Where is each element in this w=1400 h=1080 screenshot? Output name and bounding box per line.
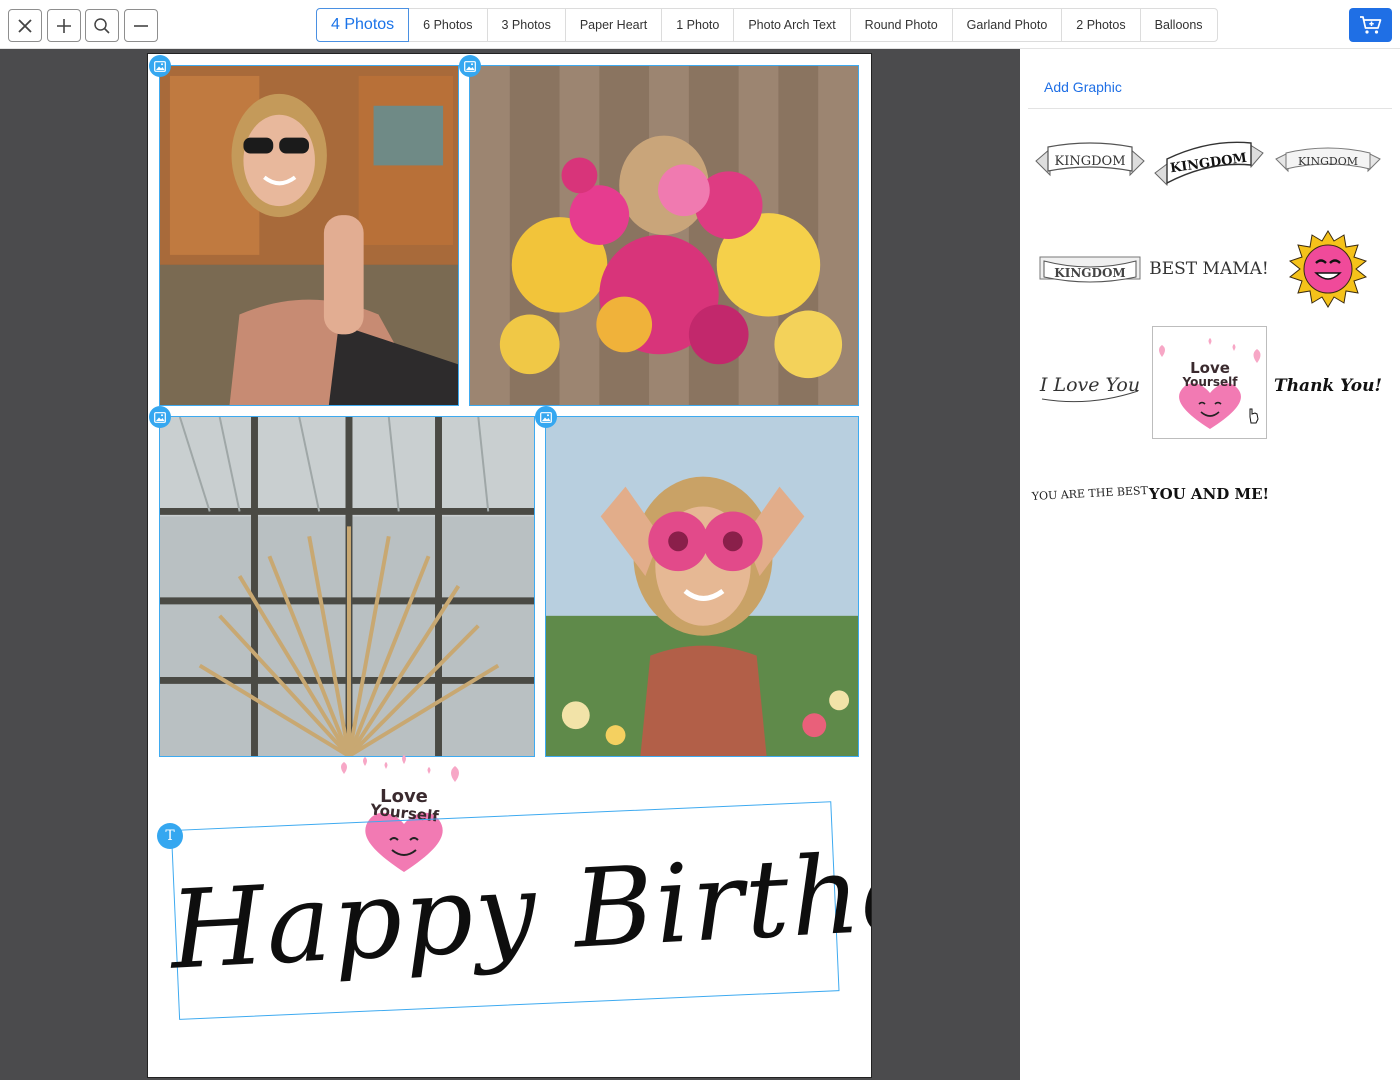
- photo-slot-1[interactable]: [159, 65, 459, 406]
- graphic-text: Thank You!: [1274, 376, 1382, 396]
- sun-smile-icon: [1288, 230, 1368, 308]
- tab-6-photos[interactable]: 6 Photos: [408, 8, 488, 42]
- zoom-out-button[interactable]: [124, 9, 158, 42]
- graphic-text: I Love You: [1039, 374, 1140, 396]
- graphic-text-2: Yourself: [1181, 375, 1238, 389]
- cart-icon: [1359, 16, 1381, 34]
- panel-header: Add Graphic: [1028, 49, 1392, 109]
- tab-4-photos[interactable]: 4 Photos: [316, 8, 410, 42]
- graphic-text: BEST MAMA!: [1149, 259, 1269, 279]
- editor-area: Love Yourself Happy Birthday T: [0, 49, 1020, 1080]
- image-icon: [154, 60, 166, 72]
- text-badge[interactable]: T: [157, 823, 183, 849]
- cart-button[interactable]: [1349, 8, 1392, 42]
- graphic-you-are-the-best[interactable]: YOU ARE THE BEST: [1030, 434, 1148, 544]
- zoom-fit-button[interactable]: [85, 9, 119, 42]
- image-badge-1[interactable]: [149, 55, 171, 77]
- tab-round-photo[interactable]: Round Photo: [849, 8, 953, 42]
- graphic-kingdom-banner-2[interactable]: KINGDOM: [1151, 104, 1267, 214]
- photo-woman-sunglasses: [160, 66, 458, 405]
- image-badge-2[interactable]: [459, 55, 481, 77]
- image-icon: [540, 411, 552, 423]
- tab-2-photos[interactable]: 2 Photos: [1061, 8, 1141, 42]
- photo-slot-2[interactable]: [469, 65, 859, 406]
- image-badge-3[interactable]: [149, 406, 171, 428]
- photo-greenhouse-palm: [160, 417, 534, 756]
- photo-slot-4[interactable]: [545, 416, 859, 757]
- minus-icon: [134, 24, 148, 27]
- zoom-in-button[interactable]: [47, 9, 81, 42]
- tab-garland-photo[interactable]: Garland Photo: [951, 8, 1063, 42]
- graphic-text: YOU AND ME!: [1148, 485, 1269, 503]
- close-icon: [18, 18, 32, 33]
- photo-woman-flowers-eyes: [546, 417, 858, 756]
- graphic-best-mama[interactable]: BEST MAMA!: [1149, 212, 1269, 322]
- image-badge-4[interactable]: [535, 406, 557, 428]
- graphic-kingdom-banner-4[interactable]: KINGDOM: [1032, 212, 1148, 322]
- tab-3-photos[interactable]: 3 Photos: [486, 8, 566, 42]
- photo-flower-bouquet: [470, 66, 858, 405]
- graphic-i-love-you[interactable]: I Love You: [1032, 328, 1148, 438]
- birthday-text[interactable]: Happy Birthday: [166, 806, 871, 1021]
- graphic-love-yourself[interactable]: Love Yourself: [1152, 326, 1267, 439]
- tab-1-photo[interactable]: 1 Photo: [661, 8, 735, 42]
- graphic-kingdom-banner-1[interactable]: KINGDOM: [1032, 104, 1148, 214]
- graphic-text: YOU ARE THE BEST: [1030, 484, 1148, 503]
- add-graphic-link[interactable]: Add Graphic: [1044, 79, 1122, 95]
- graphic-text: KINGDOM: [1298, 155, 1358, 168]
- graphic-thank-you[interactable]: Thank You!: [1270, 328, 1386, 438]
- image-icon: [464, 60, 476, 72]
- design-canvas[interactable]: Love Yourself Happy Birthday T: [147, 53, 872, 1078]
- photo-slot-3[interactable]: [159, 416, 535, 757]
- graphic-text: KINGDOM: [1054, 266, 1125, 280]
- hand-cursor-icon: [1249, 408, 1259, 423]
- image-icon: [154, 411, 166, 423]
- magnifier-icon: [94, 17, 110, 34]
- graphic-text: KINGDOM: [1055, 154, 1126, 169]
- plus-icon: [57, 18, 71, 33]
- graphic-kingdom-banner-3[interactable]: KINGDOM: [1270, 104, 1386, 214]
- graphic-sun-smile[interactable]: [1270, 212, 1386, 322]
- close-button[interactable]: [8, 9, 42, 42]
- tab-photo-arch-text[interactable]: Photo Arch Text: [733, 8, 851, 42]
- template-tabs: 4 Photos 6 Photos 3 Photos Paper Heart 1…: [316, 8, 1218, 42]
- top-toolbar: 4 Photos 6 Photos 3 Photos Paper Heart 1…: [0, 0, 1400, 49]
- tab-balloons[interactable]: Balloons: [1139, 8, 1218, 42]
- graphic-you-and-me[interactable]: YOU AND ME!: [1148, 434, 1269, 544]
- graphics-panel: Add Graphic KINGDOM KINGDOM KINGDOM KING…: [1020, 49, 1400, 1080]
- tab-paper-heart[interactable]: Paper Heart: [564, 8, 663, 42]
